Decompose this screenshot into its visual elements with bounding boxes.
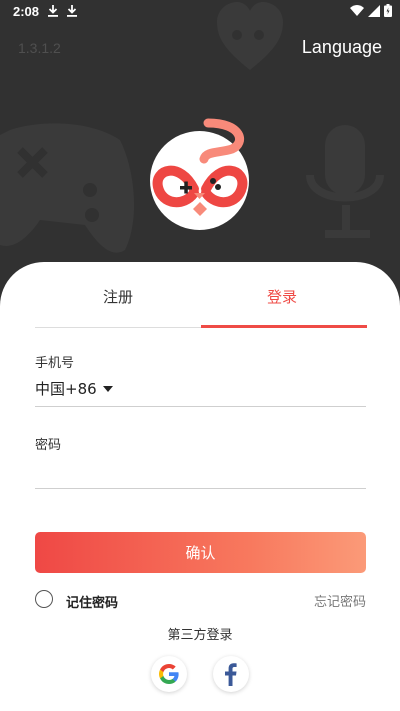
remember-password-radio[interactable] [35,590,53,608]
facebook-icon [225,663,237,686]
language-button[interactable]: Language [302,37,382,58]
caret-down-icon [102,385,113,392]
download-icon [48,5,58,17]
phone-input[interactable] [118,374,366,402]
confirm-button[interactable]: 确认 [35,532,366,573]
battery-icon [384,4,392,17]
tab-register[interactable]: 注册 [103,286,133,307]
tab-login[interactable]: 登录 [267,286,297,307]
phone-divider [35,406,366,407]
microphone-decoration-icon [306,125,384,238]
auth-tabs: 注册 登录 [35,262,367,328]
password-label: 密码 [35,438,62,453]
signal-icon [368,4,380,17]
country-code-selector[interactable]: 中国+86 [35,378,113,399]
phone-label: 手机号 [35,356,75,371]
password-divider [35,488,366,489]
wifi-icon [350,4,364,16]
app-logo [150,118,249,230]
facebook-login-button[interactable] [213,656,249,692]
remember-password-label[interactable]: 记住密码 [66,592,118,611]
google-login-button[interactable] [151,656,187,692]
active-tab-indicator [201,325,367,328]
country-code-value: 中国+86 [35,380,97,398]
forgot-password-link[interactable]: 忘记密码 [314,591,366,610]
download-icon [67,5,77,17]
status-bar: 2:08 [0,0,400,24]
password-input[interactable] [35,458,366,486]
status-time: 2:08 [13,4,40,19]
login-card: 注册 登录 手机号 中国+86 密码 确认 记住密码 忘记密码 第三方登录 [0,262,400,711]
third-party-login-label: 第三方登录 [167,628,233,643]
gamepad-cat-logo-icon [152,118,248,216]
app-version: 1.3.1.2 [18,40,61,56]
google-icon [159,664,179,684]
gamepad-decoration-icon [0,123,135,253]
